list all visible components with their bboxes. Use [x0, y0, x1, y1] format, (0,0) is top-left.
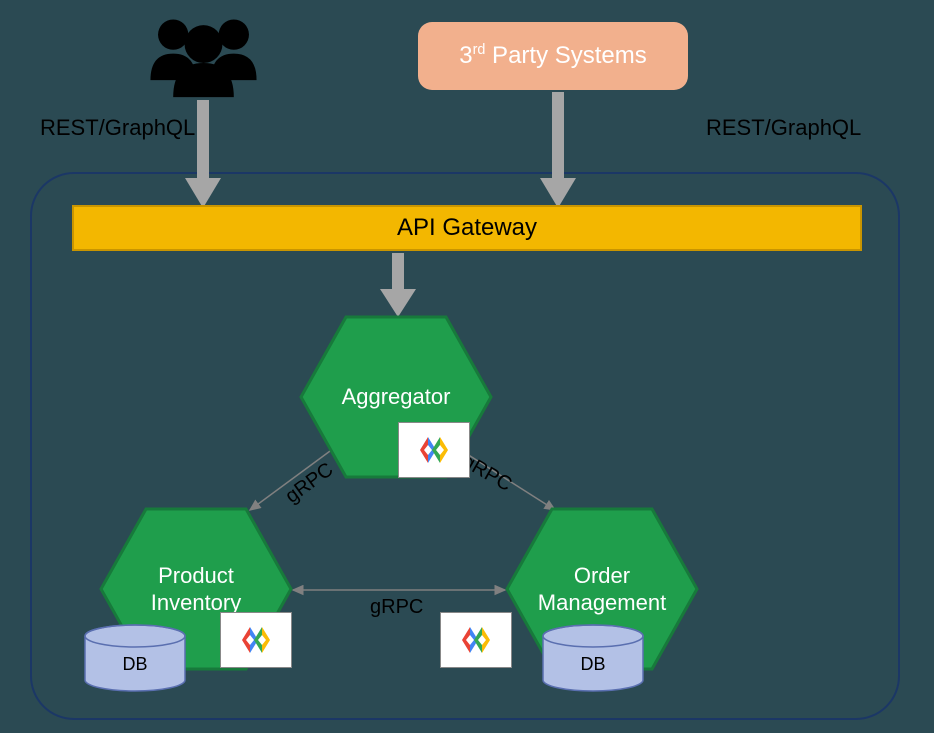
grpc-label-product-order: gRPC	[370, 596, 423, 619]
arrow-users-to-gateway	[185, 100, 221, 210]
arrow-thirdparty-to-gateway	[540, 92, 576, 210]
order-db-label: DB	[540, 654, 646, 675]
api-gateway-box: API Gateway	[72, 205, 862, 251]
users-protocol-label: REST/GraphQL	[40, 115, 195, 141]
users-icon	[136, 10, 271, 100]
order-db-icon: DB	[540, 624, 646, 694]
product-inventory-label: ProductInventory	[151, 562, 242, 617]
product-db-label: DB	[82, 654, 188, 675]
order-management-label: OrderManagement	[538, 562, 666, 617]
product-db-icon: DB	[82, 624, 188, 694]
grpc-badge-icon	[398, 422, 470, 478]
api-gateway-label: API Gateway	[397, 214, 537, 242]
third-party-protocol-label: REST/GraphQL	[706, 115, 861, 141]
third-party-label: 3rd Party Systems	[459, 42, 647, 70]
arrow-gateway-to-aggregator	[380, 253, 416, 319]
third-party-systems-box: 3rd Party Systems	[418, 22, 688, 90]
grpc-badge-icon	[220, 612, 292, 668]
aggregator-label: Aggregator	[342, 383, 451, 411]
grpc-badge-icon	[440, 612, 512, 668]
